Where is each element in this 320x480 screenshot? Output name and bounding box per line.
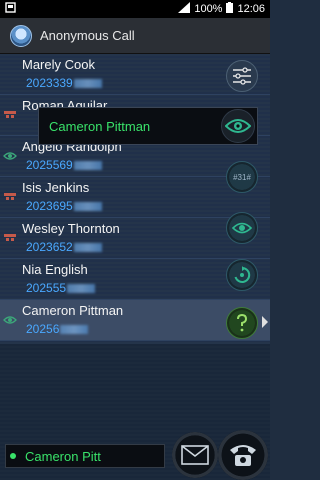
contact-number: 2023339 bbox=[26, 76, 102, 90]
status-dot bbox=[10, 453, 16, 459]
masked-digits bbox=[73, 202, 102, 212]
contact-number: 20256 bbox=[26, 322, 89, 336]
eye-icon bbox=[232, 222, 252, 234]
input-value: Cameron Pitt bbox=[25, 448, 101, 464]
contact-name: Marely Cook bbox=[22, 57, 95, 72]
masked-digits bbox=[73, 161, 102, 171]
refresh-button[interactable] bbox=[226, 259, 258, 291]
visibility-button[interactable] bbox=[226, 212, 258, 244]
signal-icon bbox=[178, 2, 191, 16]
notification-icon bbox=[5, 2, 16, 16]
battery-percent: 100% bbox=[194, 3, 223, 15]
popup-eye-button[interactable] bbox=[221, 109, 255, 143]
app-logo-icon bbox=[10, 24, 32, 47]
phone-icon bbox=[230, 445, 256, 466]
app-bar: Anonymous Call bbox=[0, 18, 270, 54]
contact-number: 202555 bbox=[26, 281, 96, 295]
masked-digits bbox=[67, 284, 96, 294]
status-bar: 100% 12:06 bbox=[0, 0, 270, 18]
eye-icon bbox=[3, 316, 17, 324]
contact-input-field[interactable]: Cameron Pitt bbox=[5, 444, 165, 468]
envelope-icon bbox=[181, 445, 209, 465]
help-button[interactable] bbox=[226, 307, 258, 339]
masked-digits bbox=[73, 79, 102, 89]
contact-name: Wesley Thornton bbox=[22, 221, 120, 236]
settings-button[interactable] bbox=[226, 60, 258, 92]
masked-digits bbox=[60, 325, 89, 335]
selected-contact-popup[interactable]: Cameron Pittman bbox=[38, 107, 258, 145]
hide-caller-id-code-button[interactable]: #31# bbox=[226, 161, 258, 193]
contact-number: 2023652 bbox=[26, 240, 102, 254]
message-button[interactable] bbox=[172, 432, 218, 478]
chevron-right-icon[interactable] bbox=[262, 316, 268, 328]
contact-number: 2025569 bbox=[26, 158, 102, 172]
masked-digits bbox=[73, 243, 102, 253]
popup-contact-name: Cameron Pittman bbox=[49, 119, 151, 134]
spy-icon bbox=[4, 111, 16, 118]
refresh-icon bbox=[234, 266, 251, 283]
eye-icon bbox=[225, 119, 251, 133]
contact-number: 2023695 bbox=[26, 199, 102, 213]
sliders-icon bbox=[233, 67, 251, 85]
battery-icon bbox=[226, 2, 234, 16]
contact-name: Cameron Pittman bbox=[22, 303, 124, 318]
clock: 12:06 bbox=[237, 3, 265, 15]
contact-list[interactable]: Marely Cook 2023339 Roman Aguilar Angelo… bbox=[0, 54, 270, 344]
app-title: Anonymous Call bbox=[40, 28, 135, 43]
call-button[interactable] bbox=[218, 430, 268, 480]
spy-icon bbox=[4, 234, 16, 241]
code-label: #31# bbox=[233, 172, 251, 182]
question-mark-icon bbox=[237, 314, 248, 332]
contact-name: Isis Jenkins bbox=[22, 180, 90, 195]
contact-name: Nia English bbox=[22, 262, 88, 277]
spy-icon bbox=[4, 193, 16, 200]
eye-icon bbox=[3, 152, 17, 160]
